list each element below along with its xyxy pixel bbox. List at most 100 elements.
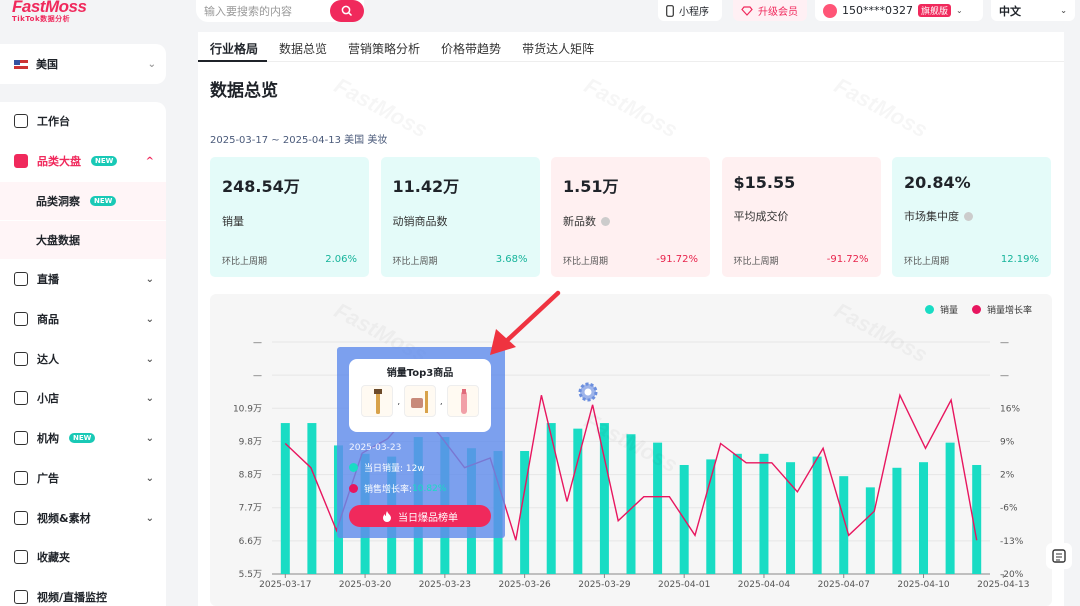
chevron-down-icon: ⌄ (956, 6, 963, 15)
sidebar-menu: 工作台品类大盘 NEW ^ 品类洞察 NEW 大盘数据直播 ⌄ 商品 ⌄ 达人 ⌄ 小店 ⌄ 机构 NEW ⌄… (0, 102, 166, 606)
sidebar-item[interactable]: 大盘数据 (0, 221, 166, 259)
search-bar[interactable]: 输入要搜索的内容 (196, 0, 364, 22)
video-icon (14, 511, 28, 525)
y-right-tick: 2% (1000, 471, 1015, 481)
sidebar-item[interactable]: 小店 ⌄ (0, 379, 166, 417)
language-label: 中文 (999, 4, 1021, 18)
chevron-down-icon: ⌄ (147, 58, 156, 70)
product-sep: , (440, 396, 443, 406)
upgrade-button[interactable]: 升级会员 (733, 0, 807, 21)
y-right-tick: — (1000, 371, 1009, 381)
document-float-button[interactable] (1046, 543, 1072, 569)
tooltip-date: 2025-03-23 (349, 443, 402, 453)
chevron-down-icon: ⌄ (145, 392, 154, 404)
sidebar-item[interactable]: 达人 ⌄ (0, 340, 166, 378)
country-label: 美国 (36, 58, 58, 71)
sidebar-item[interactable]: 机构 NEW ⌄ (0, 419, 166, 457)
diamond-icon (741, 5, 753, 16)
metric-value: 248.54万 (222, 177, 300, 196)
tab-item[interactable]: 数据总览 (267, 32, 336, 62)
brush-product-icon (374, 389, 383, 414)
metric-card: 20.84% 市场集中度 环比上周期 12.19% (892, 157, 1051, 277)
metric-label-text: 销量 (222, 215, 244, 228)
new-badge: NEW (69, 433, 96, 443)
sidebar-item[interactable]: 工作台 (0, 102, 166, 140)
metric-label-text: 动销商品数 (392, 215, 448, 228)
phone-icon (666, 4, 674, 17)
metric-value: 1.51万 (563, 177, 619, 196)
growth-dot (349, 484, 358, 493)
tooltip-growth: 销售增长率: 10.82% (349, 482, 446, 495)
new-badge: NEW (91, 156, 118, 166)
y-left-tick: 8.8万 (239, 471, 262, 481)
tab-bar: 行业格局 数据总览 营销策略分析 价格带趋势 带货达人矩阵 (198, 32, 1064, 62)
sidebar-item-label: 小店 (37, 392, 59, 405)
metric-label: 市场集中度 (904, 208, 1039, 224)
info-icon[interactable] (964, 211, 973, 221)
search-input[interactable]: 输入要搜索的内容 (196, 3, 330, 19)
tab-item[interactable]: 带货达人矩阵 (510, 32, 603, 62)
document-icon (1052, 549, 1066, 563)
page-title: 数据总览 (210, 81, 278, 101)
sidebar-item-label: 达人 (37, 353, 59, 366)
metric-cards: 248.54万 销量 环比上周期 2.06% 11.42万 动销商品数 环比上周期 3.68%… (210, 157, 1052, 277)
sidebar-item[interactable]: 品类大盘 NEW ^ (0, 142, 166, 180)
search-button[interactable] (330, 0, 364, 22)
date-range: 2025-03-17 ~ 2025-04-13 美国 美妆 (210, 135, 388, 146)
metric-card: 1.51万 新品数 环比上周期 -91.72% (551, 157, 710, 277)
sales-bar (919, 462, 929, 574)
chevron-down-icon: ⌄ (145, 313, 154, 325)
mini-program-button[interactable]: 小程序 (658, 0, 722, 21)
tab-item[interactable]: 营销策略分析 (336, 32, 429, 62)
tab-item[interactable]: 价格带趋势 (429, 32, 510, 62)
country-select[interactable]: 美国 ⌄ (0, 44, 166, 84)
chevron-down-icon: ⌄ (1060, 6, 1067, 15)
sidebar-item[interactable]: 收藏夹 (0, 538, 166, 576)
sales-bar (307, 423, 317, 574)
tooltip-growth-label: 销售增长率: (364, 485, 413, 495)
chevron-down-icon: ⌄ (145, 353, 154, 365)
sales-dot (349, 463, 358, 472)
metric-label-text: 平均成交价 (733, 210, 789, 223)
account-menu[interactable]: 150****0327 旗舰版 ⌄ (815, 0, 983, 21)
product-thumb[interactable] (361, 385, 394, 417)
language-select[interactable]: 中文 ⌄ (991, 0, 1075, 21)
metric-change: 3.68% (495, 254, 528, 265)
tooltip-sales-text: 当日销量: 12w (364, 464, 425, 474)
tab-item[interactable]: 行业格局 (198, 32, 268, 62)
sidebar-item-label: 视频&素材 (37, 512, 91, 525)
sidebar-item[interactable]: 视频&素材 ⌄ (0, 499, 166, 537)
daily-hot-list-button[interactable]: 当日爆品榜单 (349, 505, 491, 527)
metric-change: 2.06% (325, 254, 357, 265)
x-tick-label: 2025-03-20 (339, 580, 392, 590)
us-flag-icon (14, 59, 28, 69)
metric-change: 12.19% (1000, 254, 1039, 265)
x-tick-label: 2025-03-26 (498, 580, 551, 590)
metric-change: -91.72% (826, 254, 869, 265)
product-thumb[interactable] (446, 385, 479, 417)
sidebar-item-label: 广告 (37, 472, 59, 485)
gear-icon[interactable] (576, 380, 600, 404)
x-tick-label: 2025-04-04 (738, 580, 791, 590)
product-thumb[interactable] (404, 385, 436, 417)
sidebar-item[interactable]: 视频/直播监控 (0, 578, 166, 606)
sidebar-item[interactable]: 广告 ⌄ (0, 459, 166, 497)
sidebar-item[interactable]: 品类洞察 NEW (0, 182, 166, 220)
top3-products-card: 销量Top3商品 , , (349, 359, 491, 432)
sidebar-item[interactable]: 商品 ⌄ (0, 300, 166, 338)
search-icon (341, 5, 353, 17)
star-icon (14, 550, 28, 564)
y-right-tick: -13% (1000, 537, 1024, 547)
org-icon (14, 431, 28, 445)
sidebar-item-label: 工作台 (37, 115, 70, 128)
sidebar-item-label: 大盘数据 (36, 234, 80, 247)
sidebar-item[interactable]: 直播 ⌄ (0, 260, 166, 298)
sales-bar (812, 456, 822, 574)
logo[interactable]: FastMoss TikTok数据分析 (12, 0, 87, 24)
sales-bar (759, 453, 769, 574)
info-icon[interactable] (601, 216, 610, 226)
upgrade-label: 升级会员 (758, 7, 798, 18)
metric-change: -91.72% (656, 254, 698, 265)
live-icon (14, 272, 28, 286)
product-sep: , (397, 396, 400, 406)
